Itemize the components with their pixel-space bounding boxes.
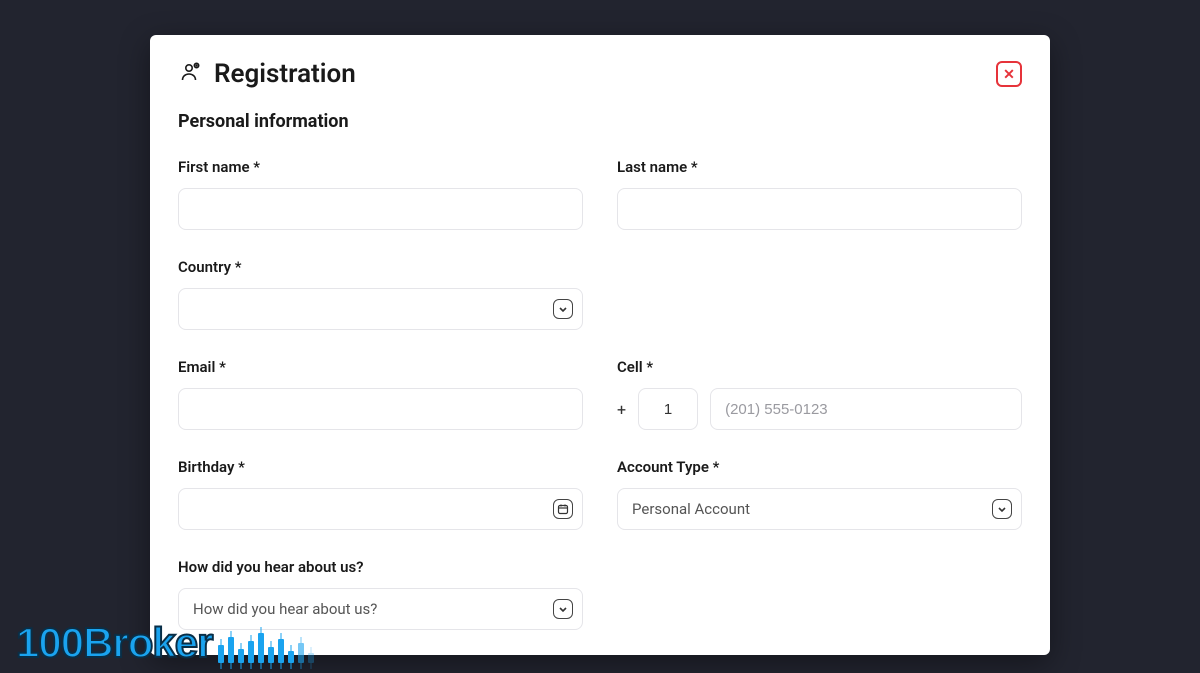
form-grid: First name * Last name * Country * (178, 158, 1022, 630)
modal-header-left: Registration (178, 59, 356, 89)
birthday-group: Birthday * (178, 458, 583, 530)
hear-label: How did you hear about us? (178, 558, 583, 576)
first-name-label: First name * (178, 158, 583, 176)
modal-header: Registration ✕ (178, 59, 1022, 89)
cell-prefix: + (617, 400, 626, 419)
cell-input[interactable] (710, 388, 1022, 430)
candlestick-icon (218, 623, 314, 663)
cell-group: Cell * + (617, 358, 1022, 430)
country-code-input[interactable] (638, 388, 698, 430)
last-name-label: Last name * (617, 158, 1022, 176)
cell-label: Cell * (617, 358, 1022, 376)
account-type-label: Account Type * (617, 458, 1022, 476)
modal-title: Registration (214, 59, 356, 89)
account-type-group: Account Type * Personal Account (617, 458, 1022, 530)
brand-logo: 100Broker (16, 619, 314, 667)
logo-text: 100Broker (16, 619, 212, 667)
email-input[interactable] (178, 388, 583, 430)
country-select[interactable] (178, 288, 583, 330)
last-name-group: Last name * (617, 158, 1022, 230)
country-label: Country * (178, 258, 583, 276)
section-title: Personal information (178, 111, 1022, 132)
hear-placeholder: How did you hear about us? (193, 600, 377, 618)
registration-modal: Registration ✕ Personal information Firs… (150, 35, 1050, 655)
country-group: Country * (178, 258, 583, 330)
first-name-input[interactable] (178, 188, 583, 230)
close-icon: ✕ (1003, 67, 1015, 81)
email-group: Email * (178, 358, 583, 430)
close-button[interactable]: ✕ (996, 61, 1022, 87)
last-name-input[interactable] (617, 188, 1022, 230)
account-type-value: Personal Account (632, 500, 750, 518)
account-type-select[interactable]: Personal Account (617, 488, 1022, 530)
birthday-label: Birthday * (178, 458, 583, 476)
birthday-input[interactable] (178, 488, 583, 530)
first-name-group: First name * (178, 158, 583, 230)
user-add-icon (178, 60, 202, 88)
email-label: Email * (178, 358, 583, 376)
